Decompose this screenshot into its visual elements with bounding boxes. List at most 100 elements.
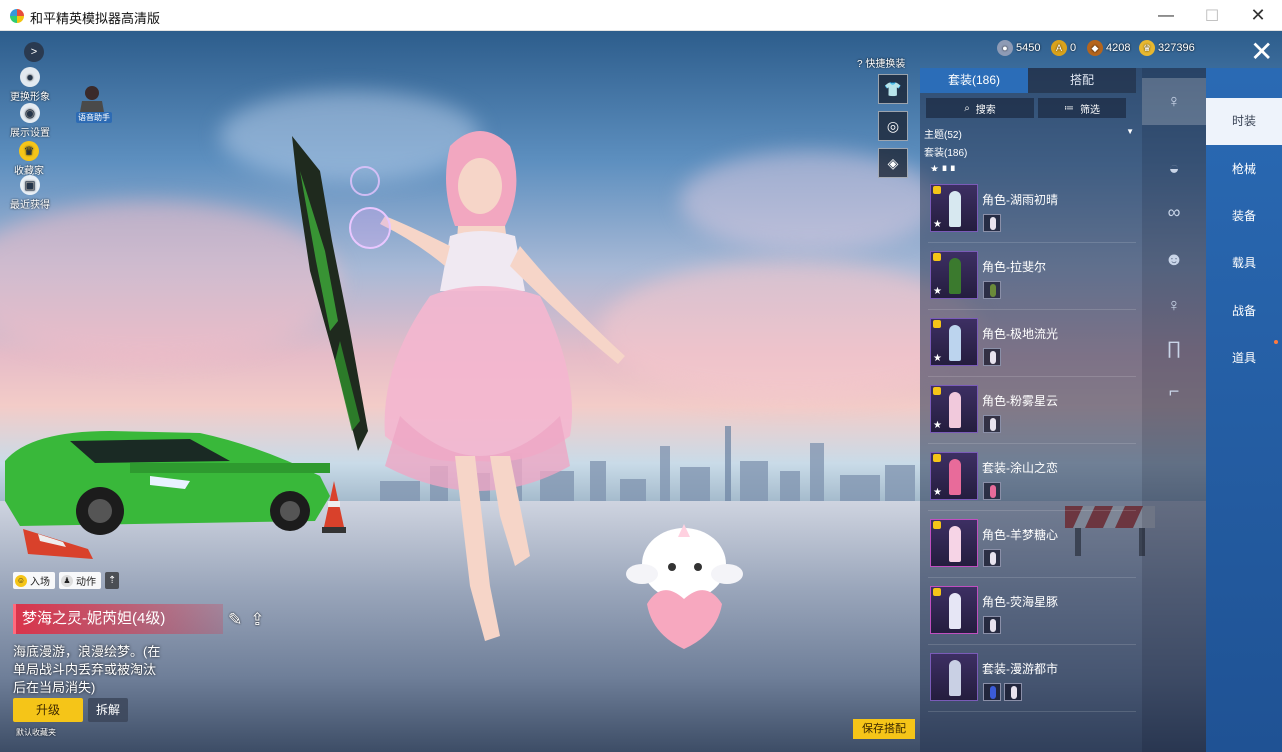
item-part-thumbnail: [1004, 683, 1022, 701]
currency-medal: ◆ 4208: [1087, 40, 1130, 56]
currency-value: 0: [1070, 42, 1077, 54]
star-icon: ★: [933, 353, 942, 364]
nav-equipment[interactable]: 装备: [1206, 193, 1282, 240]
outfit-icon[interactable]: ♀: [1142, 282, 1206, 329]
character-figure: [949, 459, 961, 495]
list-item[interactable]: ★ 角色-极地流光: [928, 310, 1136, 377]
close-window-button[interactable]: ✕: [1235, 0, 1281, 31]
smile-icon: ☺: [15, 574, 27, 587]
emblem-icon: ◈: [887, 155, 899, 171]
expand-menu-button[interactable]: >: [24, 42, 44, 62]
part-figure: [1011, 686, 1017, 699]
item-title: 套装-漫游都市: [982, 662, 1058, 676]
default-favorite-label: 默认收藏夹: [16, 728, 56, 737]
favorite-folder-icon[interactable]: ✎: [228, 610, 242, 630]
part-figure: [990, 552, 996, 565]
entrance-tag[interactable]: ☺ 入场: [13, 572, 55, 589]
part-figure: [990, 485, 996, 498]
item-part-thumbnail: [983, 281, 1001, 299]
slot-icon-column: ♀ ◒ ∞ ☻ ♀ ∏ ⌐: [1142, 68, 1206, 752]
upgrade-button[interactable]: 升级: [13, 698, 83, 722]
mask-icon[interactable]: ☻: [1142, 236, 1206, 283]
item-part-thumbnail: [983, 482, 1001, 500]
item-thumbnail: [930, 586, 978, 634]
currency-value: 4208: [1106, 42, 1131, 54]
list-item[interactable]: ★ 角色-湖雨初晴: [928, 176, 1136, 243]
filter-button[interactable]: ≔ 筛选: [1038, 98, 1126, 118]
item-part-thumbnail: [983, 348, 1001, 366]
action-tag[interactable]: ♟ 动作: [59, 572, 101, 589]
change-look-label: 更换形象: [10, 92, 50, 103]
theme-label: 主题(52): [924, 130, 962, 141]
display-settings-label: 展示设置: [10, 128, 50, 139]
list-item[interactable]: 角色-羊梦糖心: [928, 511, 1136, 578]
quick-swap-label[interactable]: ? 快捷换装: [857, 55, 905, 70]
item-panel: 套装(186) 搭配 ⌕ 搜索 ≔ 筛选 主题(52) ▼ 套装(186) ★ …: [920, 68, 1142, 752]
quick-swap-outfit-button[interactable]: 👕: [878, 74, 908, 104]
theme-dropdown[interactable]: 主题(52) ▼: [924, 126, 1136, 141]
category-nav: 时装 枪械 装备 载具 战备 道具: [1206, 68, 1282, 752]
collector-button[interactable]: ♛ 收藏家: [14, 141, 44, 177]
shirt-icon: 👕: [884, 81, 902, 97]
item-part-thumbnail: [983, 415, 1001, 433]
item-title: 角色-湖雨初晴: [982, 193, 1058, 207]
recent-label: 最近获得: [10, 200, 50, 211]
list-item[interactable]: ★ 角色-粉雾星云: [928, 377, 1136, 444]
part-figure: [990, 418, 996, 431]
save-outfit-button[interactable]: 保存搭配: [853, 719, 915, 739]
owned-marker-icon: [933, 320, 941, 328]
gold-a-coin-icon: A: [1051, 40, 1067, 56]
currency-silver: ● 5450: [997, 40, 1040, 56]
owned-marker-icon: [933, 387, 941, 395]
eye-icon: ◉: [20, 103, 40, 123]
quick-swap-badge-button[interactable]: ◎: [878, 111, 908, 141]
glasses-icon[interactable]: ∞: [1142, 189, 1206, 236]
search-button[interactable]: ⌕ 搜索: [926, 98, 1034, 118]
list-scroll-remnant: ★ ▮ ▮: [930, 164, 956, 171]
item-name: 梦海之灵-妮芮妲(4级): [13, 604, 223, 634]
star-icon: ★: [933, 420, 942, 431]
part-figure: [990, 217, 996, 230]
badge-icon: ◎: [886, 118, 900, 134]
nav-battle-prep[interactable]: 战备: [1206, 288, 1282, 335]
cap-icon[interactable]: ◒: [1142, 145, 1206, 192]
dismantle-button[interactable]: 拆解: [88, 698, 128, 722]
list-item[interactable]: ★ 套装-涂山之恋: [928, 444, 1136, 511]
list-item[interactable]: 套装-漫游都市: [928, 645, 1136, 712]
silver-coin-icon: ●: [997, 40, 1013, 56]
minimize-button[interactable]: —: [1143, 0, 1189, 31]
character-model: [349, 131, 625, 641]
display-settings-button[interactable]: ◉ 展示设置: [10, 103, 50, 139]
tab-suits[interactable]: 套装(186): [920, 68, 1028, 93]
change-look-button[interactable]: ● 更换形象: [10, 67, 50, 103]
search-icon: ⌕: [964, 102, 970, 114]
tab-outfit[interactable]: 搭配: [1028, 68, 1136, 93]
close-wardrobe-button[interactable]: ✕: [1250, 38, 1273, 66]
owned-marker-icon: [933, 521, 941, 529]
maximize-button[interactable]: ☐: [1189, 0, 1235, 31]
more-tag-button[interactable]: ⇡: [105, 572, 120, 589]
gift-icon: ▣: [20, 175, 40, 195]
share-icon[interactable]: ⇪: [250, 610, 264, 630]
list-item[interactable]: 角色-荧海星豚: [928, 578, 1136, 645]
pants-icon[interactable]: ∏: [1142, 325, 1206, 372]
nav-vehicles[interactable]: 载具: [1206, 240, 1282, 287]
recent-button[interactable]: ▣ 最近获得: [10, 175, 50, 211]
search-filter-row: ⌕ 搜索 ≔ 筛选: [926, 98, 1126, 118]
character-figure: [949, 593, 961, 629]
item-title: 角色-极地流光: [982, 327, 1058, 341]
list-item[interactable]: ★ 角色-拉斐尔: [928, 243, 1136, 310]
person-icon: ●: [20, 67, 40, 87]
star-icon: ★: [933, 487, 942, 498]
character-icon[interactable]: ♀: [1142, 78, 1206, 125]
nav-fashion[interactable]: 时装: [1206, 98, 1282, 145]
shoes-icon[interactable]: ⌐: [1142, 368, 1206, 415]
character-figure: [949, 526, 961, 562]
quick-swap-emblem-button[interactable]: ◈: [878, 148, 908, 178]
nav-props[interactable]: 道具: [1206, 335, 1282, 382]
nav-firearms[interactable]: 枪械: [1206, 146, 1282, 193]
item-thumbnail: ★: [930, 385, 978, 433]
entrance-label: 入场: [30, 577, 50, 588]
game-viewport: > ● 更换形象 ◉ 展示设置 ♛ 收藏家 ▣ 最近获得 语音助手 ☺ 入场 ♟…: [0, 31, 1282, 752]
part-figure: [990, 284, 996, 297]
